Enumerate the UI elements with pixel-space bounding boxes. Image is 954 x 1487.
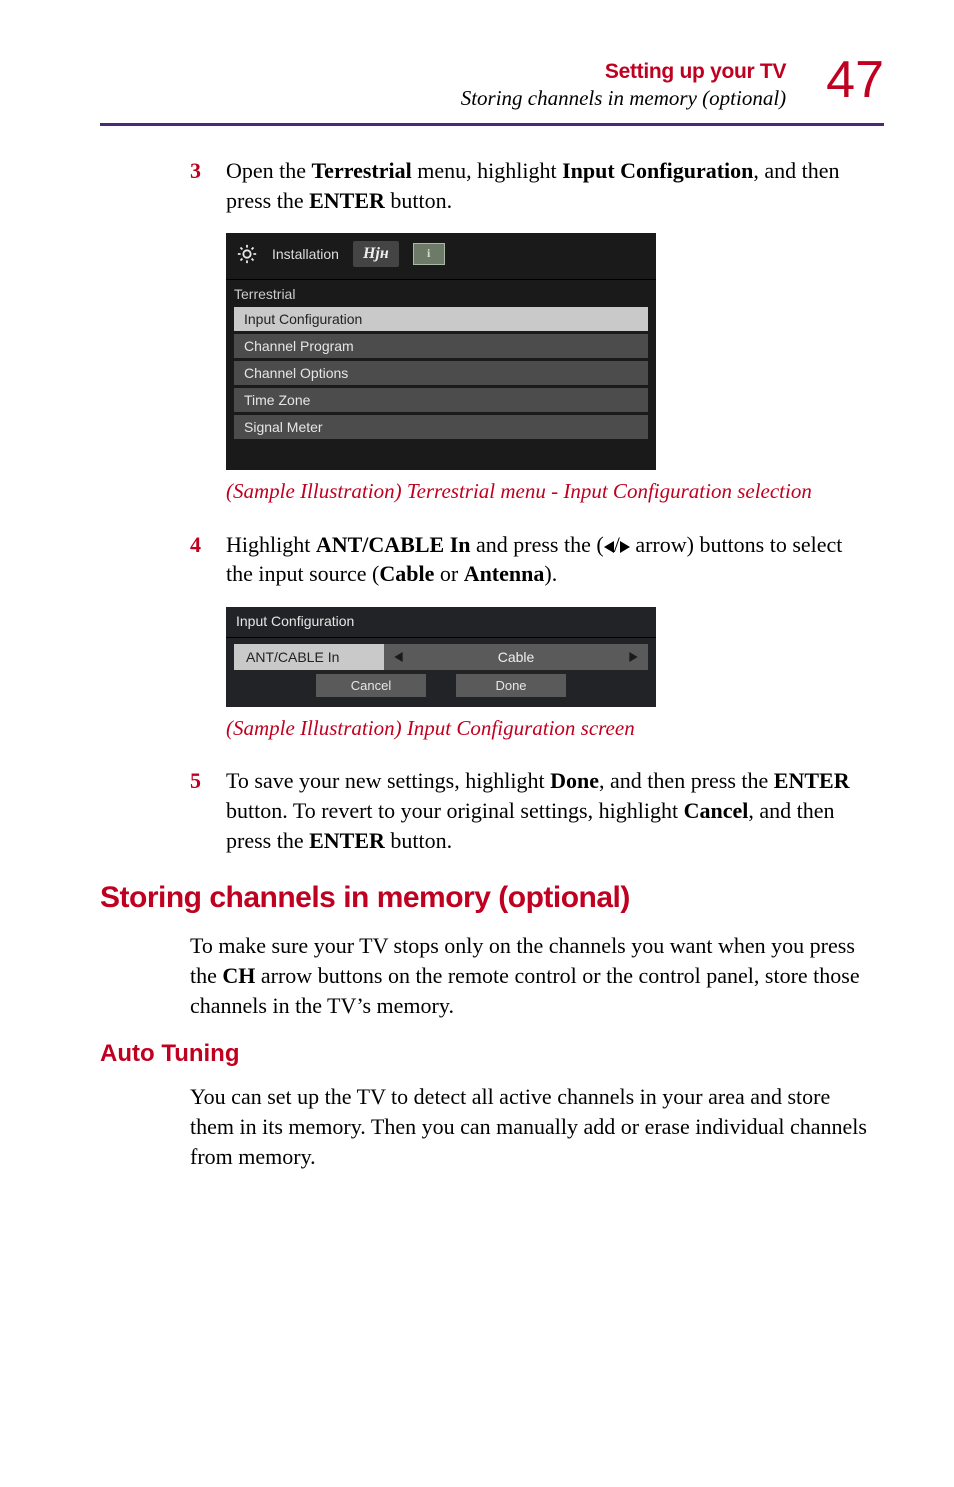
header-divider: [100, 123, 884, 126]
term-ant-cable-in: ANT/CABLE In: [316, 532, 471, 557]
paragraph-1: To make sure your TV stops only on the c…: [190, 931, 874, 1020]
screenshot-padding: [226, 442, 656, 470]
section-title: Setting up your TV: [461, 60, 786, 84]
caption-1: (Sample Illustration) Terrestrial menu -…: [226, 478, 874, 505]
text: arrow buttons on the remote control or t…: [190, 963, 860, 1018]
heading-storing-channels: Storing channels in memory (optional): [100, 881, 884, 915]
term-cable: Cable: [379, 561, 434, 586]
menu-row-channel-program: Channel Program: [234, 334, 648, 358]
triangle-right-icon: [629, 652, 638, 662]
step-5: 5 To save your new settings, highlight D…: [190, 766, 874, 855]
term-done: Done: [550, 768, 599, 793]
text: button.: [385, 188, 452, 213]
menu-row-input-configuration: Input Configuration: [234, 307, 648, 331]
step-body: To save your new settings, highlight Don…: [226, 766, 874, 855]
term-ch: CH: [222, 963, 255, 988]
row-value: Cable: [384, 649, 648, 665]
cancel-btn-graphic: Cancel: [316, 674, 426, 697]
step-body: Highlight ANT/CABLE In and press the (/ …: [226, 530, 874, 589]
screenshot-buttons: Cancel Done: [234, 674, 648, 697]
row-label: ANT/CABLE In: [234, 644, 384, 670]
step-4: 4 Highlight ANT/CABLE In and press the (…: [190, 530, 874, 589]
screenshot-input-configuration: Input Configuration ANT/CABLE In Cable C…: [226, 607, 656, 707]
text: or: [434, 561, 463, 586]
page-number: 47: [826, 54, 884, 106]
step-body: Open the Terrestrial menu, highlight Inp…: [226, 156, 874, 215]
screenshot-title: Input Configuration: [226, 607, 656, 638]
right-arrow-icon: [620, 532, 630, 557]
screenshot-terrestrial-menu: Installation Hjн Terrestrial Input Confi…: [226, 233, 656, 470]
term-input-configuration: Input Configuration: [562, 158, 753, 183]
term-terrestrial: Terrestrial: [312, 158, 412, 183]
done-btn-graphic: Done: [456, 674, 566, 697]
screenshot-section-label: Terrestrial: [226, 280, 656, 304]
page-header: Setting up your TV Storing channels in m…: [100, 60, 884, 111]
step-number: 3: [190, 156, 204, 215]
tab-installation-label: Installation: [272, 246, 339, 262]
term-cancel: Cancel: [684, 798, 749, 823]
paragraph-2: You can set up the TV to detect all acti…: [190, 1082, 874, 1171]
page: Setting up your TV Storing channels in m…: [0, 0, 954, 1487]
term-enter: ENTER: [774, 768, 850, 793]
caption-2: (Sample Illustration) Input Configuratio…: [226, 715, 874, 742]
left-arrow-icon: [604, 532, 614, 557]
gear-icon: [236, 243, 258, 265]
menu-row-channel-options: Channel Options: [234, 361, 648, 385]
screenshot-tab-bar: Installation Hjн: [226, 233, 656, 280]
menu-row-time-zone: Time Zone: [234, 388, 648, 412]
text: Highlight: [226, 532, 316, 557]
text: Open the: [226, 158, 312, 183]
text: ).: [544, 561, 557, 586]
step-3: 3 Open the Terrestrial menu, highlight I…: [190, 156, 874, 855]
step-number: 5: [190, 766, 204, 855]
heading-auto-tuning: Auto Tuning: [100, 1040, 884, 1068]
term-enter: ENTER: [309, 188, 385, 213]
screenshot-row: ANT/CABLE In Cable: [234, 644, 648, 670]
triangle-left-icon: [394, 652, 403, 662]
row-select: Cable: [384, 644, 648, 670]
text: menu, highlight: [412, 158, 562, 183]
tab-info-icon: [413, 243, 445, 265]
text: and press the (: [471, 532, 604, 557]
term-antenna: Antenna: [464, 561, 545, 586]
text: To save your new settings, highlight: [226, 768, 550, 793]
tab-hh: Hjн: [353, 241, 399, 267]
text: button. To revert to your original setti…: [226, 798, 684, 823]
term-enter: ENTER: [309, 828, 385, 853]
section-subtitle: Storing channels in memory (optional): [461, 86, 786, 111]
text: , and then press the: [599, 768, 774, 793]
menu-row-signal-meter: Signal Meter: [234, 415, 648, 439]
text: button.: [385, 828, 452, 853]
header-text-block: Setting up your TV Storing channels in m…: [461, 60, 786, 111]
step-number: 4: [190, 530, 204, 589]
